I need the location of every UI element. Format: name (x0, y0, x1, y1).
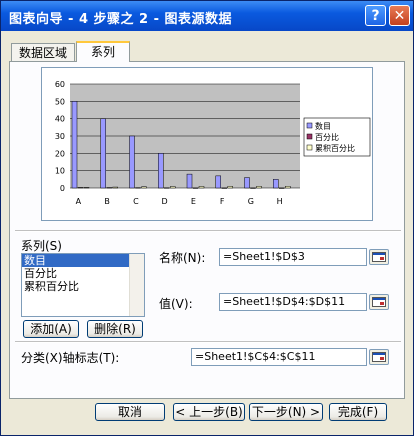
next-button[interactable]: 下一步(N) > (249, 403, 323, 421)
divider (15, 341, 401, 343)
legend-swatch (306, 144, 313, 151)
bar-数目 (158, 153, 164, 189)
close-button[interactable]: ✕ (389, 5, 410, 26)
finish-button[interactable]: 完成(F) (329, 403, 387, 421)
y-tick-label: 30 (55, 132, 65, 141)
bar-累积百分比 (227, 186, 233, 189)
bar-数目 (129, 135, 135, 189)
bar-百分比 (135, 187, 141, 189)
cancel-button[interactable]: 取消 (95, 403, 165, 421)
bar-百分比 (221, 187, 227, 189)
legend-swatch (306, 122, 313, 129)
bar-数目 (71, 101, 78, 189)
legend-label: 百分比 (315, 132, 339, 142)
bar-累积百分比 (170, 186, 176, 189)
y-tick-label: 40 (55, 115, 65, 124)
x-tick-label: G (248, 197, 254, 206)
add-series-button[interactable]: 添加(A) (23, 320, 79, 338)
legend-label: 数目 (315, 121, 331, 131)
collapse-dialog-icon (372, 297, 386, 307)
collapse-dialog-icon (372, 252, 386, 262)
divider (15, 230, 401, 232)
help-button[interactable]: ? (365, 5, 386, 26)
chart-wizard-dialog: 图表向导 - 4 步骤之 2 - 图表源数据 ? ✕ 数据区域 系列 0 10 20… (0, 0, 414, 436)
x-tick-label: E (191, 197, 196, 206)
bar-百分比 (192, 187, 199, 189)
chart-svg: 0 10 20 30 40 50 60 A B C D E F G H 数目百分比累积百分比 (55, 80, 371, 206)
remove-series-button[interactable]: 删除(R) (87, 320, 143, 338)
x-tick-label: F (220, 197, 225, 206)
listbox-scrollbar[interactable] (129, 254, 144, 316)
collapse-dialog-icon (372, 352, 386, 362)
back-button[interactable]: < 上一步(B) (173, 403, 245, 421)
y-tick-label: 50 (55, 97, 65, 106)
bar-累积百分比 (112, 186, 118, 189)
y-tick-label: 60 (55, 80, 65, 89)
series-label: 系列(S) (21, 239, 62, 253)
category-axis-input[interactable]: =Sheet1!$C$4:$C$11 (191, 348, 367, 366)
name-collapse-button[interactable] (369, 249, 389, 265)
bar-百分比 (106, 187, 112, 189)
chart-preview: 0 10 20 30 40 50 60 A B C D E F G H 数目 百分比 累积百分比 (41, 67, 373, 221)
tab-data-range[interactable]: 数据区域 (11, 43, 75, 61)
x-tick-label: C (133, 197, 139, 206)
legend-label: 累积百分比 (315, 143, 355, 153)
y-tick-label: 20 (55, 149, 65, 158)
series-listbox[interactable]: 数目 百分比 累积百分比 (21, 253, 145, 317)
bar-数目 (100, 118, 106, 189)
window-title: 图表向导 - 4 步骤之 2 - 图表源数据 (9, 12, 233, 27)
x-tick-label: B (104, 197, 110, 206)
tab-series[interactable]: 系列 (76, 41, 130, 62)
name-label: 名称(N): (159, 251, 206, 265)
category-collapse-button[interactable] (369, 349, 389, 365)
name-input[interactable]: =Sheet1!$D$3 (219, 248, 367, 266)
bar-累积百分比 (285, 186, 291, 189)
bar-数目 (273, 179, 279, 189)
values-collapse-button[interactable] (369, 294, 389, 310)
series-list-item[interactable]: 累积百分比 (22, 280, 144, 293)
bar-累积百分比 (141, 186, 147, 189)
values-label: 值(V): (159, 297, 193, 311)
bar-累积百分比 (83, 187, 90, 189)
series-list-item[interactable]: 数目 (22, 254, 144, 267)
bar-百分比 (164, 187, 170, 189)
title-bar[interactable]: 图表向导 - 4 步骤之 2 - 图表源数据 ? ✕ (1, 1, 413, 31)
category-label: 分类(X)轴标志(T): (21, 351, 120, 365)
legend-swatch (306, 133, 313, 140)
bar-累积百分比 (198, 186, 205, 189)
y-tick-label: 0 (60, 184, 65, 193)
x-tick-label: A (76, 197, 82, 206)
series-list-item[interactable]: 百分比 (22, 267, 144, 280)
bar-百分比 (77, 187, 84, 189)
x-tick-label: D (162, 197, 168, 206)
x-tick-label: H (277, 197, 283, 206)
bar-数目 (186, 173, 193, 189)
bar-百分比 (250, 187, 256, 189)
bar-百分比 (279, 187, 285, 189)
y-tick-label: 10 (55, 167, 65, 176)
values-input[interactable]: =Sheet1!$D$4:$D$11 (219, 293, 367, 311)
bar-累积百分比 (256, 186, 262, 189)
bar-数目 (215, 175, 221, 189)
bar-数目 (244, 177, 250, 189)
